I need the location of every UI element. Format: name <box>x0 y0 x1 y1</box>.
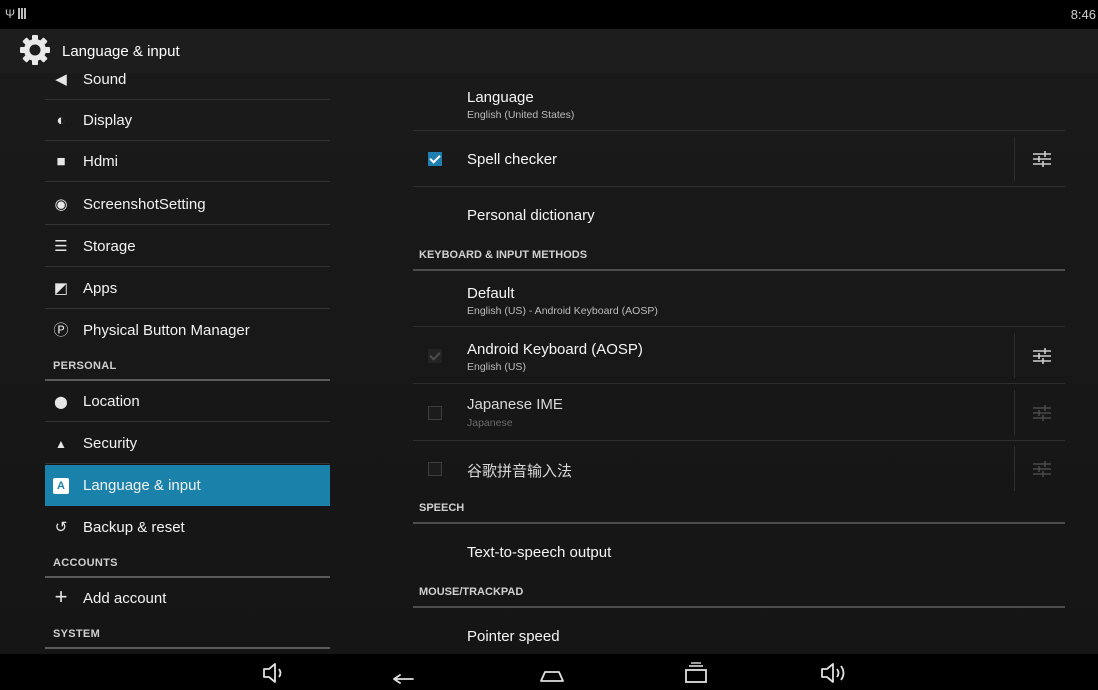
navigation-bar <box>0 654 1098 690</box>
sidebar-header-personal: PERSONAL <box>45 351 330 381</box>
google-pinyin-settings-icon[interactable] <box>1031 458 1053 480</box>
spell-checker-settings-icon[interactable] <box>1031 148 1053 170</box>
sidebar-item-backup-reset[interactable]: ↺ Backup & reset <box>45 507 330 548</box>
sidebar-item-label: Add account <box>83 590 167 607</box>
japanese-ime-summary: Japanese <box>467 417 513 429</box>
section-header-label: SYSTEM <box>53 628 101 640</box>
sidebar-item-label: Hdmi <box>83 153 119 170</box>
sidebar-item-label: Sound <box>83 73 127 88</box>
spell-checker-checkbox[interactable] <box>428 152 442 166</box>
sidebar-item-label: Security <box>83 435 138 452</box>
japanese-ime-settings-icon[interactable] <box>1031 402 1053 424</box>
lock-icon: ▲ <box>55 437 67 451</box>
plus-icon: + <box>54 584 68 609</box>
japanese-ime-setting[interactable]: Japanese IME Japanese <box>413 384 1065 441</box>
mouse-trackpad-header: MOUSE/TRACKPAD <box>413 578 1065 608</box>
p-circle-icon: Ⓟ <box>53 322 69 339</box>
language-setting[interactable]: Language English (United States) <box>413 73 1065 131</box>
volume-down-icon[interactable] <box>258 661 288 685</box>
sidebar-item-language-input[interactable]: A Language & input <box>45 465 330 506</box>
android-keyboard-summary: English (US) <box>467 361 526 373</box>
sidebar-item-physical-button-manager[interactable]: Ⓟ Physical Button Manager <box>45 310 330 351</box>
personal-dictionary-setting[interactable]: Personal dictionary <box>413 187 1065 239</box>
brightness-icon: ◐ <box>56 112 66 129</box>
sidebar-item-label: Storage <box>83 238 136 255</box>
hdmi-icon: ■ <box>56 153 66 170</box>
back-icon[interactable] <box>388 661 418 685</box>
sidebar-item-security[interactable]: ▲ Security <box>45 423 330 464</box>
sidebar-item-label: ScreenshotSetting <box>83 196 206 213</box>
sidebar-item-label: Language & input <box>83 477 201 494</box>
sidebar-item-add-account[interactable]: + Add account <box>45 578 330 619</box>
default-title: Default <box>467 285 515 302</box>
recents-icon[interactable] <box>681 661 711 685</box>
sidebar-item-label: Apps <box>83 280 118 297</box>
personal-dictionary-title: Personal dictionary <box>467 207 595 224</box>
google-pinyin-title: 谷歌拼音输入法 <box>467 463 573 480</box>
pointer-speed-setting[interactable]: Pointer speed <box>413 608 1065 654</box>
restore-icon: ↺ <box>54 519 68 536</box>
apps-icon: ◩ <box>53 280 69 297</box>
settings-sidebar[interactable]: ◀ Sound ◐ Display ■ Hdmi ◉ ScreenshotSet… <box>45 73 330 654</box>
sidebar-item-display[interactable]: ◐ Display <box>45 100 330 141</box>
sidebar-item-storage[interactable]: ☰ Storage <box>45 226 330 267</box>
spell-checker-title: Spell checker <box>467 151 558 168</box>
home-icon[interactable] <box>537 661 567 685</box>
language-title: Language <box>467 89 534 106</box>
language-summary: English (United States) <box>467 109 575 121</box>
usb-icon: Ψ <box>5 7 16 21</box>
language-input-pane: Language English (United States) Spell c… <box>413 73 1065 654</box>
action-bar: Language & input <box>0 29 1098 73</box>
sidebar-item-label: Location <box>83 393 140 410</box>
section-header-label: SPEECH <box>419 502 465 514</box>
sidebar-item-label: Display <box>83 112 133 129</box>
android-keyboard-setting[interactable]: Android Keyboard (AOSP) English (US) <box>413 327 1065 384</box>
android-keyboard-title: Android Keyboard (AOSP) <box>467 341 643 358</box>
sidebar-item-label: Physical Button Manager <box>83 322 250 339</box>
speech-header: SPEECH <box>413 494 1065 524</box>
sidebar-header-system: SYSTEM <box>45 619 330 649</box>
sidebar-header-accounts: ACCOUNTS <box>45 548 330 578</box>
sidebar-item-label: Backup & reset <box>83 519 185 536</box>
camera-icon: ◉ <box>54 196 68 213</box>
status-bar: Ψ 8:46 <box>0 0 1098 29</box>
default-summary: English (US) - Android Keyboard (AOSP) <box>467 305 658 317</box>
storage-icon: ☰ <box>54 238 68 255</box>
text-to-speech-setting[interactable]: Text-to-speech output <box>413 524 1065 579</box>
volume-up-icon[interactable] <box>818 661 848 685</box>
keyboard-input-methods-header: KEYBOARD & INPUT METHODS <box>413 241 1065 271</box>
section-header-label: KEYBOARD & INPUT METHODS <box>419 249 588 261</box>
spell-checker-setting[interactable]: Spell checker <box>413 131 1065 187</box>
settings-gear-icon[interactable] <box>18 33 52 67</box>
japanese-ime-title: Japanese IME <box>467 396 563 413</box>
signal-bars-icon <box>18 8 26 22</box>
section-header-label: ACCOUNTS <box>53 557 118 569</box>
sidebar-item-location[interactable]: ⬤ Location <box>45 381 330 422</box>
section-header-label: MOUSE/TRACKPAD <box>419 586 524 598</box>
section-header-label: PERSONAL <box>53 360 117 372</box>
sidebar-item-screenshotsetting[interactable]: ◉ ScreenshotSetting <box>45 184 330 225</box>
google-pinyin-setting[interactable]: 谷歌拼音输入法 <box>413 441 1065 496</box>
volume-icon: ◀ <box>55 73 67 88</box>
default-keyboard-setting[interactable]: Default English (US) - Android Keyboard … <box>413 271 1065 327</box>
tts-title: Text-to-speech output <box>467 544 612 561</box>
settings-content: ◀ Sound ◐ Display ■ Hdmi ◉ ScreenshotSet… <box>0 73 1098 654</box>
android-keyboard-settings-icon[interactable] <box>1031 345 1053 367</box>
status-clock: 8:46 <box>1070 7 1096 22</box>
android-keyboard-checkbox[interactable] <box>428 349 442 363</box>
location-pin-icon: ⬤ <box>54 395 68 409</box>
google-pinyin-checkbox[interactable] <box>428 462 442 476</box>
sidebar-item-apps[interactable]: ◩ Apps <box>45 268 330 309</box>
pointer-speed-title: Pointer speed <box>467 628 560 645</box>
sidebar-item-hdmi[interactable]: ■ Hdmi <box>45 141 330 182</box>
japanese-ime-checkbox[interactable] <box>428 406 442 420</box>
sidebar-item-sound[interactable]: ◀ Sound <box>45 73 330 100</box>
keyboard-a-icon: A <box>53 478 69 494</box>
page-title: Language & input <box>62 43 180 60</box>
